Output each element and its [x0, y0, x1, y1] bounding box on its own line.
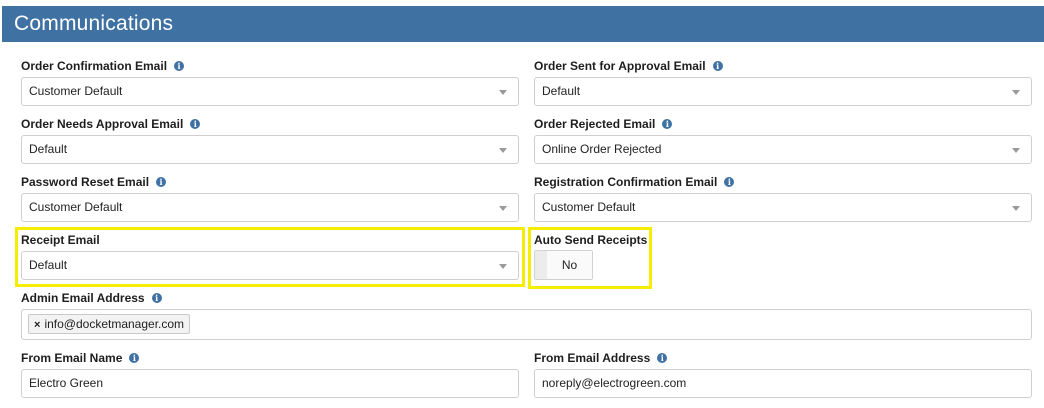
- info-icon[interactable]: i: [156, 177, 167, 187]
- order-needs-approval-label: Order Needs Approval Email i: [21, 117, 201, 131]
- auto-send-receipts-label: Auto Send Receipts: [534, 233, 648, 247]
- info-icon[interactable]: i: [657, 353, 668, 363]
- info-icon[interactable]: i: [724, 177, 735, 187]
- section-title: Communications: [14, 12, 174, 35]
- admin-email-tag-text: info@docketmanager.com: [44, 317, 185, 331]
- remove-tag-icon[interactable]: ×: [34, 319, 40, 331]
- info-icon[interactable]: i: [151, 293, 162, 303]
- order-confirmation-label: Order Confirmation Email i: [21, 59, 185, 73]
- admin-email-label: Admin Email Address i: [21, 291, 162, 305]
- order-rejected-label: Order Rejected Email i: [534, 117, 673, 131]
- receipt-email-select[interactable]: Default: [21, 251, 519, 280]
- admin-email-tag: × info@docketmanager.com: [28, 314, 191, 334]
- order-confirmation-select[interactable]: Customer Default: [21, 77, 519, 106]
- order-sent-approval-label: Order Sent for Approval Email i: [534, 59, 723, 73]
- order-rejected-select[interactable]: Online Order Rejected: [534, 135, 1032, 164]
- registration-confirmation-label: Registration Confirmation Email i: [534, 175, 735, 189]
- chevron-down-icon: [499, 90, 507, 95]
- order-sent-approval-select[interactable]: Default: [534, 77, 1032, 106]
- password-reset-select[interactable]: Customer Default: [21, 193, 519, 222]
- order-needs-approval-select[interactable]: Default: [21, 135, 519, 164]
- chevron-down-icon: [499, 264, 507, 269]
- from-email-name-label: From Email Name i: [21, 351, 140, 365]
- section-header: Communications: [2, 6, 1044, 42]
- chevron-down-icon: [1012, 90, 1020, 95]
- from-email-name-input[interactable]: Electro Green: [21, 369, 519, 398]
- info-icon[interactable]: i: [190, 119, 201, 129]
- info-icon[interactable]: i: [712, 61, 723, 71]
- chevron-down-icon: [1012, 148, 1020, 153]
- from-email-address-input[interactable]: noreply@electrogreen.com: [534, 369, 1032, 398]
- info-icon[interactable]: i: [129, 353, 140, 363]
- info-icon[interactable]: i: [174, 61, 185, 71]
- chevron-down-icon: [499, 148, 507, 153]
- from-email-address-label: From Email Address i: [534, 351, 668, 365]
- chevron-down-icon: [1012, 206, 1020, 211]
- chevron-down-icon: [499, 206, 507, 211]
- password-reset-label: Password Reset Email i: [21, 175, 167, 189]
- info-icon[interactable]: i: [662, 119, 673, 129]
- auto-send-receipts-toggle[interactable]: No: [534, 250, 593, 280]
- receipt-email-label: Receipt Email: [21, 233, 100, 247]
- registration-confirmation-select[interactable]: Customer Default: [534, 193, 1032, 222]
- toggle-state: No: [547, 251, 592, 279]
